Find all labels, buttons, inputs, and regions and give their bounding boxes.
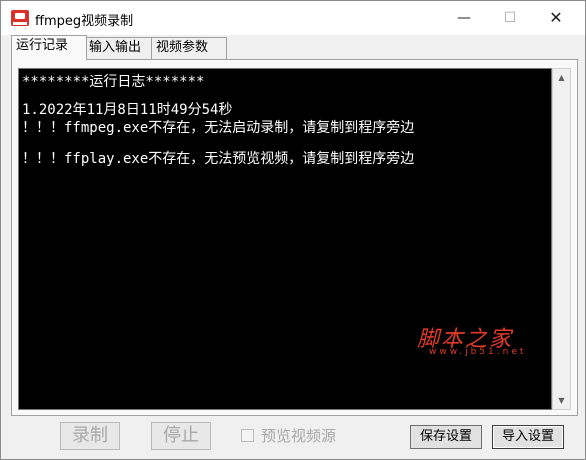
minimize-button[interactable]: —: [441, 1, 487, 35]
log-line: ********运行日志*******: [22, 74, 205, 90]
tab-panel: ********运行日志******* 1.2022年11月8日11时49分54…: [11, 59, 578, 416]
scroll-up-icon[interactable]: ▲: [553, 69, 570, 86]
log-line: 1.2022年11月8日11时49分54秒: [22, 102, 233, 118]
log-textarea[interactable]: ********运行日志******* 1.2022年11月8日11时49分54…: [18, 68, 552, 410]
tab-video-params[interactable]: 视频参数: [151, 37, 227, 59]
bottom-toolbar: 录制 停止 预览视频源 保存设置 导入设置: [1, 415, 585, 459]
preview-checkbox-label: 预览视频源: [261, 427, 337, 445]
title-bar[interactable]: ffmpeg视频录制 — ☐ ✕: [1, 1, 585, 35]
stop-button[interactable]: 停止: [151, 422, 211, 450]
scroll-down-icon[interactable]: ▼: [553, 392, 570, 409]
watermark-url: www.jb51.net: [429, 347, 527, 357]
log-line: ！！！ffmpeg.exe不存在，无法启动录制，请复制到程序旁边: [22, 120, 415, 136]
window-title: ffmpeg视频录制: [35, 14, 134, 29]
log-line: ！！！ffplay.exe不存在，无法预览视频，请复制到程序旁边: [22, 151, 415, 167]
maximize-button[interactable]: ☐: [487, 1, 533, 35]
app-window: ffmpeg视频录制 — ☐ ✕ 运行记录 输入输出 视频参数 ********…: [0, 0, 586, 460]
vertical-scrollbar[interactable]: ▲ ▼: [552, 68, 571, 410]
app-icon: [11, 10, 29, 26]
record-button[interactable]: 录制: [60, 422, 120, 450]
tab-input-output[interactable]: 输入输出: [84, 37, 156, 59]
import-settings-button[interactable]: 导入设置: [492, 425, 564, 449]
close-button[interactable]: ✕: [533, 1, 579, 35]
save-settings-button[interactable]: 保存设置: [410, 425, 482, 449]
preview-checkbox[interactable]: [241, 429, 254, 442]
tab-run-log[interactable]: 运行记录: [11, 35, 87, 60]
